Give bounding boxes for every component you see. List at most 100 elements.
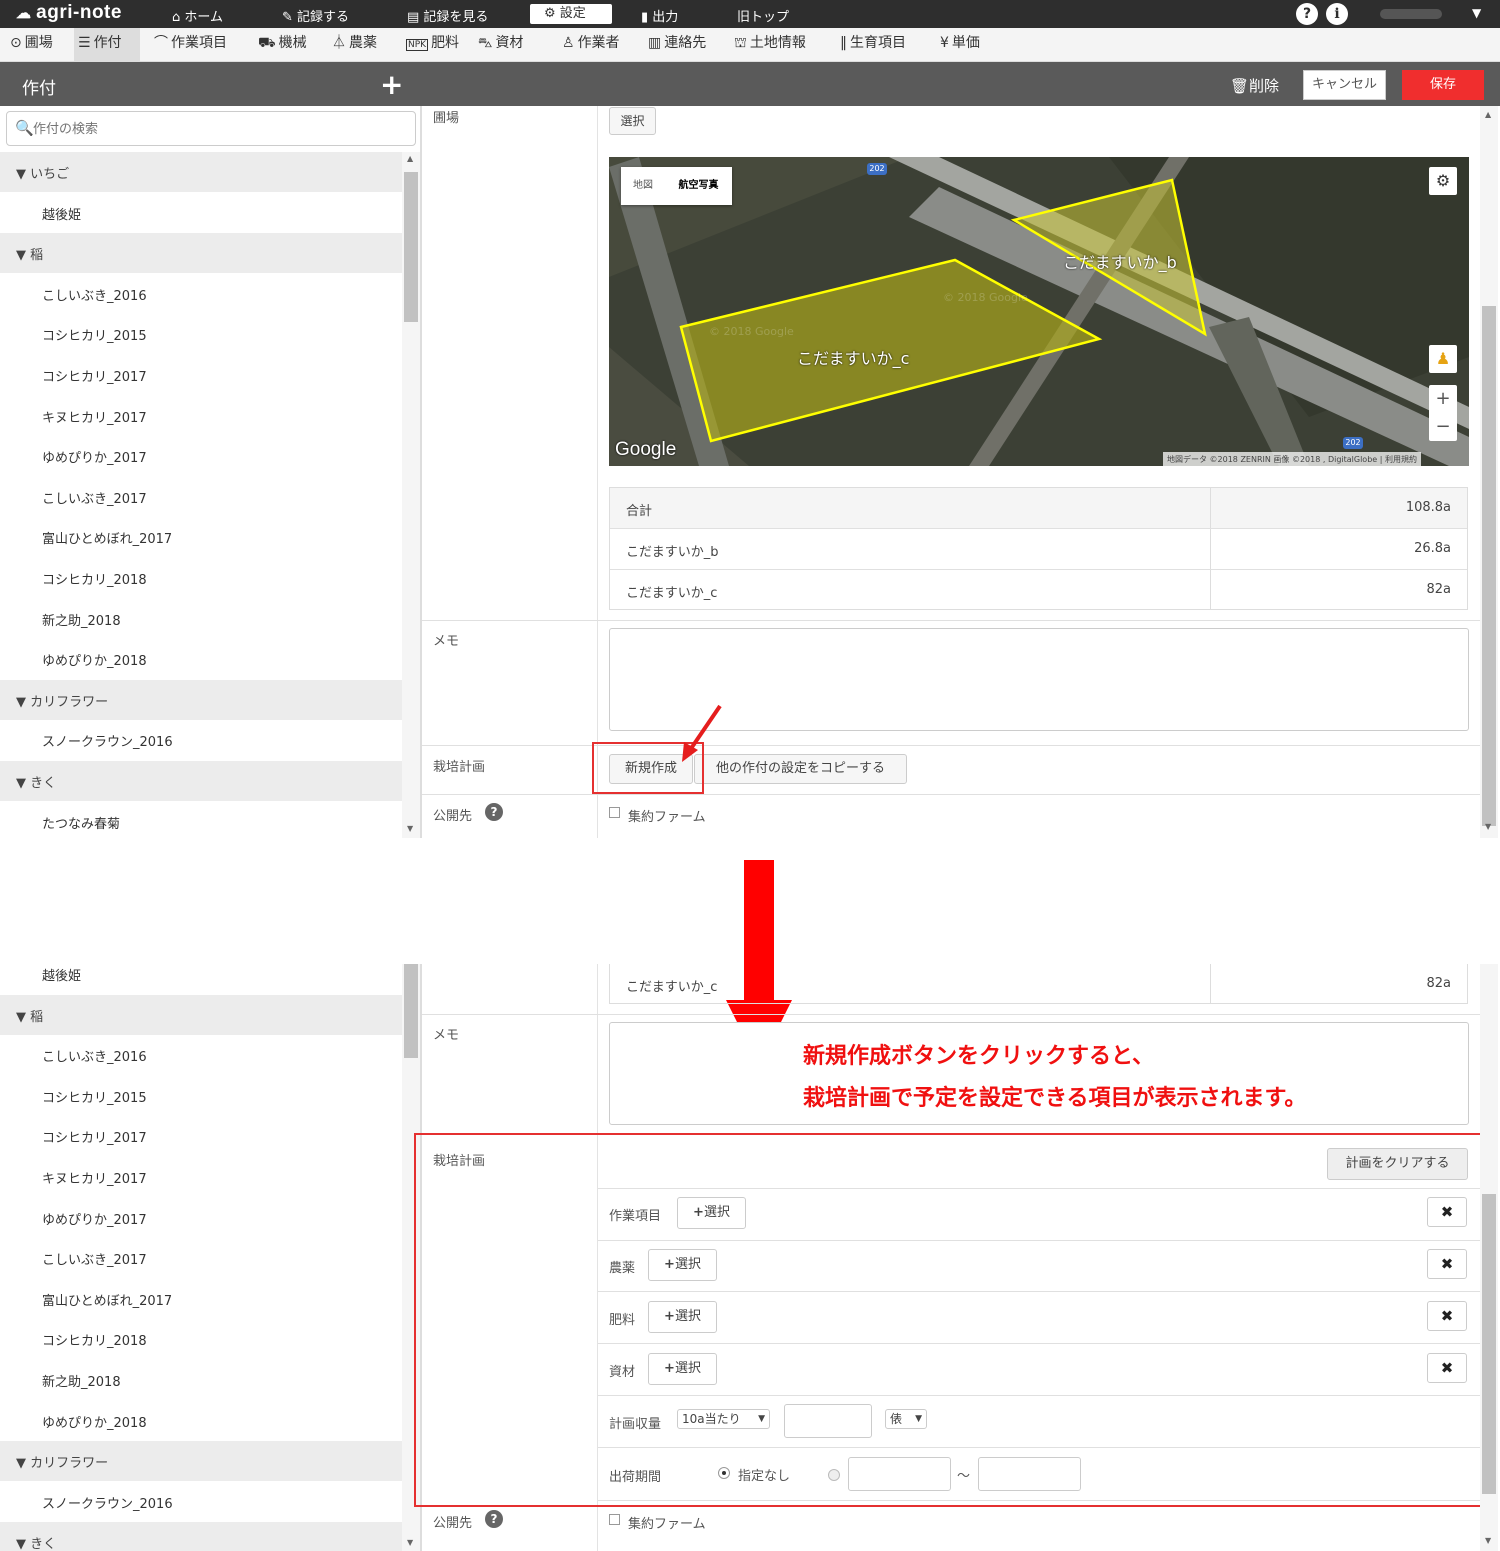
radio-set-period[interactable]: [828, 1469, 840, 1481]
form-scrollbar[interactable]: ▼: [1480, 964, 1498, 1551]
zoom-in-icon[interactable]: +: [1429, 385, 1457, 413]
subnav-growth[interactable]: ‖ 生育項目: [836, 28, 910, 62]
subnav-field[interactable]: ⊙ 圃場: [6, 28, 57, 62]
scrollbar-thumb[interactable]: [1482, 1194, 1496, 1494]
list-item[interactable]: ゆめぴりか_2018: [0, 639, 402, 679]
satellite-tab[interactable]: 航空写真: [665, 167, 732, 205]
list-item[interactable]: こしいぶき_2016: [0, 1035, 402, 1075]
list-item[interactable]: キヌヒカリ_2017: [0, 396, 402, 436]
list-item[interactable]: 富山ひとめぼれ_2017: [0, 1279, 402, 1319]
nav-home[interactable]: ⌂ ホーム: [172, 6, 223, 25]
subnav-fertilizer[interactable]: NPK 肥料: [402, 28, 463, 62]
subnav-contact[interactable]: ▥ 連絡先: [644, 28, 710, 62]
list-item[interactable]: コシヒカリ_2018: [0, 1319, 402, 1359]
yield-basis-select[interactable]: 10a当たり ▼: [677, 1409, 770, 1429]
nav-view-records[interactable]: ▤ 記録を見る: [407, 6, 488, 25]
ship-start-date-input[interactable]: [848, 1457, 951, 1491]
nav-settings[interactable]: ⚙ 設定: [530, 4, 612, 24]
list-group-header[interactable]: ▼ 稲: [0, 233, 402, 274]
scrollbar-thumb[interactable]: [1482, 306, 1496, 826]
list-item[interactable]: コシヒカリ_2015: [0, 314, 402, 354]
list-item[interactable]: スノークラウン_2016: [0, 720, 402, 760]
form-scrollbar[interactable]: ▲ ▼: [1480, 106, 1498, 838]
list-item[interactable]: コシヒカリ_2018: [0, 558, 402, 598]
select-pesticide-button[interactable]: +選択: [648, 1249, 717, 1281]
list-item[interactable]: たつなみ春菊: [0, 802, 402, 838]
subnav-crop[interactable]: ☰ 作付: [74, 28, 140, 62]
delete-button[interactable]: 🗑削除: [1230, 75, 1279, 96]
search-input[interactable]: [33, 118, 403, 140]
select-fertilizer-button[interactable]: +選択: [648, 1301, 717, 1333]
scroll-up-icon[interactable]: ▲: [1485, 110, 1491, 119]
terms-link[interactable]: 利用規約: [1385, 455, 1417, 464]
list-group-header[interactable]: ▼ きく: [0, 761, 402, 801]
list-item[interactable]: こしいぶき_2017: [0, 477, 402, 517]
public-checkbox[interactable]: [609, 1514, 620, 1525]
polygon-label-c[interactable]: こだますいか_c: [797, 345, 909, 369]
sidebar-scrollbar[interactable]: ▲ ▼: [402, 152, 420, 838]
scroll-down-icon[interactable]: ▼: [407, 1538, 413, 1547]
subnav-task[interactable]: ⌒ 作業項目: [150, 28, 231, 62]
crop-search[interactable]: 🔍: [6, 111, 416, 146]
yield-input[interactable]: [784, 1404, 872, 1438]
list-item[interactable]: 越後姫: [0, 954, 402, 994]
list-item[interactable]: コシヒカリ_2017: [0, 355, 402, 395]
scrollbar-thumb[interactable]: [404, 964, 418, 1058]
list-group-header[interactable]: ▼ きく: [0, 1522, 402, 1551]
list-group-header[interactable]: ▼ 稲: [0, 994, 402, 1035]
map-tab[interactable]: 地図: [621, 167, 665, 205]
save-button[interactable]: 保存: [1402, 70, 1484, 100]
remove-task-button[interactable]: ✖: [1427, 1197, 1467, 1227]
scroll-down-icon[interactable]: ▼: [1485, 1536, 1491, 1545]
list-item[interactable]: 新之助_2018: [0, 599, 402, 639]
scroll-down-icon[interactable]: ▼: [407, 824, 413, 833]
select-field-button[interactable]: 選択: [609, 107, 656, 135]
polygon-label-b[interactable]: こだますいか_b: [1063, 249, 1177, 273]
subnav-material[interactable]: ⛍ 資材: [474, 28, 527, 62]
select-task-button[interactable]: +選択: [677, 1197, 746, 1229]
list-item[interactable]: 富山ひとめぼれ_2017: [0, 517, 402, 557]
remove-pesticide-button[interactable]: ✖: [1427, 1249, 1467, 1279]
nav-record[interactable]: ✎ 記録する: [282, 6, 349, 25]
list-item[interactable]: ゆめぴりか_2017: [0, 436, 402, 476]
clear-plan-button[interactable]: 計画をクリアする: [1327, 1148, 1468, 1180]
info-icon[interactable]: i: [1326, 3, 1348, 25]
list-item[interactable]: キヌヒカリ_2017: [0, 1157, 402, 1197]
subnav-land[interactable]: ⛫ 土地情報: [730, 28, 810, 62]
list-item[interactable]: スノークラウン_2016: [0, 1482, 402, 1522]
map-settings-gear-icon[interactable]: ⚙: [1429, 167, 1457, 195]
radio-no-period[interactable]: [718, 1467, 730, 1479]
list-item[interactable]: こしいぶき_2016: [0, 274, 402, 314]
nav-output[interactable]: ▮ 出力: [641, 6, 678, 25]
list-item[interactable]: 越後姫: [0, 193, 402, 233]
scroll-down-icon[interactable]: ▼: [1485, 822, 1491, 831]
subnav-worker[interactable]: ♙ 作業者: [558, 28, 624, 62]
list-group-header[interactable]: ▼ カリフラワー: [0, 679, 402, 720]
remove-material-button[interactable]: ✖: [1427, 1353, 1467, 1383]
zoom-out-icon[interactable]: −: [1429, 413, 1457, 441]
list-item[interactable]: こしいぶき_2017: [0, 1238, 402, 1278]
chevron-down-icon[interactable]: ▼: [1472, 6, 1481, 20]
cancel-button[interactable]: キャンセル: [1303, 70, 1386, 100]
list-group-header[interactable]: ▼ いちご: [0, 152, 402, 192]
add-crop-button[interactable]: +: [380, 68, 403, 101]
list-item[interactable]: コシヒカリ_2017: [0, 1116, 402, 1156]
public-checkbox[interactable]: [609, 807, 620, 818]
scrollbar-thumb[interactable]: [404, 172, 418, 322]
help-icon[interactable]: ?: [485, 803, 503, 821]
select-material-button[interactable]: +選択: [648, 1353, 717, 1385]
help-icon[interactable]: ?: [1296, 3, 1318, 25]
subnav-pesticide[interactable]: ⏃ 農薬: [328, 28, 381, 62]
remove-fertilizer-button[interactable]: ✖: [1427, 1301, 1467, 1331]
list-item[interactable]: コシヒカリ_2015: [0, 1076, 402, 1116]
list-item[interactable]: ゆめぴりか_2017: [0, 1198, 402, 1238]
subnav-machine[interactable]: ⛟ 機械: [254, 28, 311, 62]
yield-unit-select[interactable]: 俵 ▼: [885, 1409, 927, 1429]
list-group-header[interactable]: ▼ カリフラワー: [0, 1441, 402, 1482]
app-logo[interactable]: ☁ agri-note: [16, 2, 122, 24]
list-item[interactable]: 新之助_2018: [0, 1360, 402, 1400]
memo-textarea[interactable]: [609, 628, 1469, 731]
nav-old-top[interactable]: 旧トップ: [737, 6, 789, 25]
subnav-price[interactable]: ¥ 単価: [936, 28, 984, 62]
ship-end-date-input[interactable]: [978, 1457, 1081, 1491]
